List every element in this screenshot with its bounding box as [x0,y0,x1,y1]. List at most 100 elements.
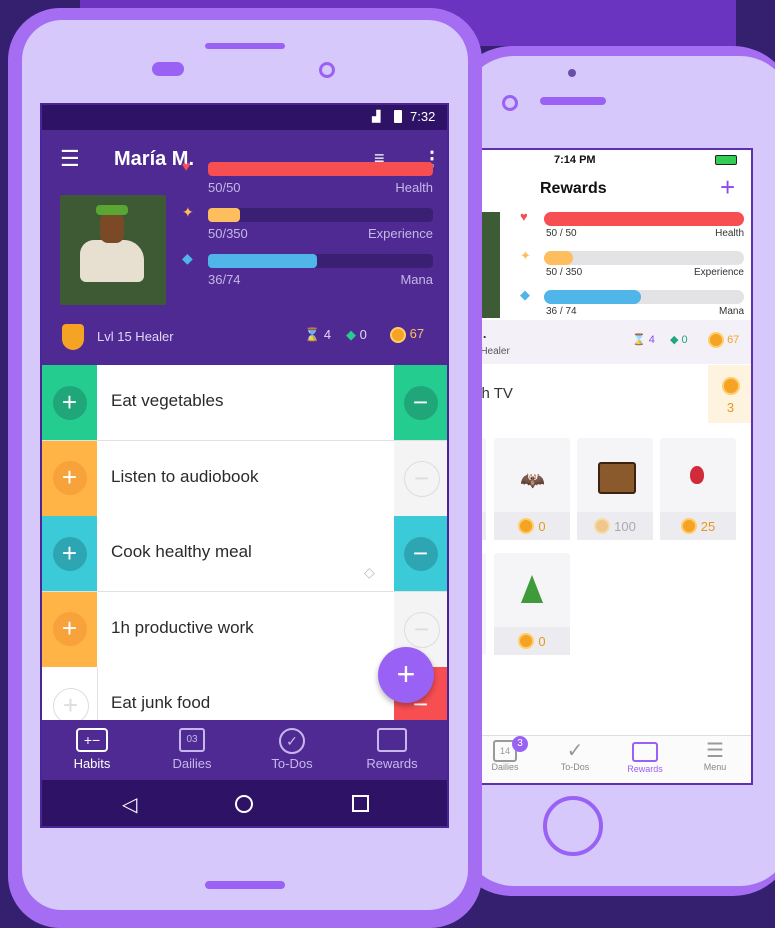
stat-value: 50 / 50 [546,228,577,239]
habit-plus-button[interactable]: + [42,591,97,667]
avatar-mount [80,240,144,282]
checkmark-circle-icon: ✓ [279,728,305,754]
habit-plus-button[interactable]: + [42,365,97,440]
checkmark-circle-icon: ✓ [566,740,584,762]
stat-value: 50/50 [208,180,241,195]
android-clock: 7:32 [410,109,436,124]
tag-icon: ◇ [364,564,375,580]
habit-plus-button[interactable]: + [42,440,97,516]
habit-title: Listen to audiobook [111,466,259,486]
habit-title: Eat vegetables [111,391,224,410]
habits-icon: +− [76,728,108,752]
hamburger-menu-icon[interactable]: ☰ [60,148,80,170]
plus-icon: + [52,536,87,571]
avatar[interactable] [60,195,166,305]
stat-bar-fill [544,212,744,226]
shop-item[interactable]: 0 [494,553,570,655]
gold-count: 67 [390,326,424,343]
stat-label: Mana [400,272,433,287]
habit-plus-button[interactable]: + [42,516,97,591]
hourglass-icon: ⌛ [304,327,321,342]
iphone-home-button[interactable] [543,796,603,856]
habit-row[interactable]: + Eat vegetables − [42,365,447,441]
back-nav-icon[interactable]: ◁ [122,792,137,817]
ios-user-bar: M. 5 Healer ⌛ 4 ◆ 0 67 [470,320,751,364]
gold-coin-icon [518,518,535,534]
stat-bar-fill [544,251,573,265]
habit-row[interactable]: + Listen to audiobook − [42,440,447,517]
stat-label: Health [715,228,744,239]
tab-rewards[interactable]: Rewards [610,740,680,774]
shop-item[interactable]: 🦇 0 [494,438,570,540]
habit-minus-button[interactable]: − [394,440,447,516]
ios-page-title: Rewards [540,180,607,197]
stat-bar-fill [208,208,241,222]
stat-label: Experience [367,226,433,241]
gold-coin-icon [722,377,740,395]
avatar-character [100,213,124,243]
stat-label: Health [395,180,433,195]
ios-reward-price: 3 [726,400,735,415]
mana-icon: ◆ [182,250,193,266]
rewards-chest-icon [377,728,407,752]
ios-gem-count: ◆ 0 [670,334,688,346]
stat-value: 36/74 [208,272,241,287]
android-speaker [152,62,184,76]
stat-bar [208,208,433,222]
stat-bar-fill [208,254,318,268]
ios-shop-grid: 🦇 0 100 25 0 [470,423,751,743]
android-bottom-slit [205,881,285,889]
healer-shield-icon [62,324,84,350]
stat-label: Mana [718,306,744,317]
level-class-text: Lvl 15 Healer [97,329,174,344]
habit-minus-button[interactable]: − [394,516,447,591]
home-nav-icon[interactable] [235,795,253,813]
tab-rewards[interactable]: Rewards [342,728,442,771]
iphone-camera [568,69,576,77]
star-icon: ✦ [182,204,194,220]
habit-title: Eat junk food [111,693,211,712]
menu-icon: ☰ [706,740,724,762]
gold-coin-icon [594,518,611,534]
stat-value: 50 / 350 [546,267,583,278]
tab-todos[interactable]: ✓ To-Dos [242,728,342,771]
habit-minus-button[interactable]: − [394,365,447,440]
minus-icon: − [403,385,438,420]
shop-item[interactable]: 100 [577,438,653,540]
treasure-chest-icon [598,462,636,494]
android-top-slit [205,43,285,49]
gold-coin-icon [708,332,724,348]
hourglass-count: ⌛ 4 [304,327,332,342]
minus-icon: − [403,461,440,497]
signal-icon: ▟ [372,111,381,123]
minus-icon: − [403,612,440,648]
stat-bar [208,162,433,176]
battery-icon [394,110,402,123]
stat-bar [544,290,744,304]
plus-icon: + [52,385,87,420]
avatar-hat [96,205,128,215]
minus-icon: − [403,536,438,571]
tab-todos[interactable]: ✓ To-Dos [540,740,610,772]
heart-icon: ♥ [182,158,191,174]
calendar-icon: 03 [179,728,205,752]
ios-reward-buy-button[interactable]: 3 [708,365,751,423]
stat-bar-fill [208,162,433,176]
tab-habits[interactable]: +− Habits [42,728,142,771]
plus-icon: + [52,461,87,495]
habit-row[interactable]: + Cook healthy meal ◇ − [42,516,447,592]
android-screen: ▟ 7:32 ☰ María M. ≡ ⋮ ♥ 50/50 Health ✦ 50… [40,103,449,828]
iphone-sensor [502,95,518,111]
add-task-fab[interactable]: + [378,647,434,703]
recents-nav-icon[interactable] [352,795,369,812]
android-status-bar: ▟ 7:32 [42,105,447,130]
gem-count: ◆ 0 [346,327,367,342]
add-reward-button[interactable]: + [720,174,735,200]
ios-tab-bar: 14 Dailies 3 ✓ To-Dos Rewards ☰ Menu [470,735,751,783]
gold-coin-icon [680,518,697,534]
habit-title: Cook healthy meal [111,542,252,561]
tab-dailies[interactable]: 03 Dailies [142,728,242,771]
tab-menu[interactable]: ☰ Menu [680,740,750,772]
iphone-speaker [540,97,606,105]
shop-item[interactable]: 25 [660,438,736,540]
